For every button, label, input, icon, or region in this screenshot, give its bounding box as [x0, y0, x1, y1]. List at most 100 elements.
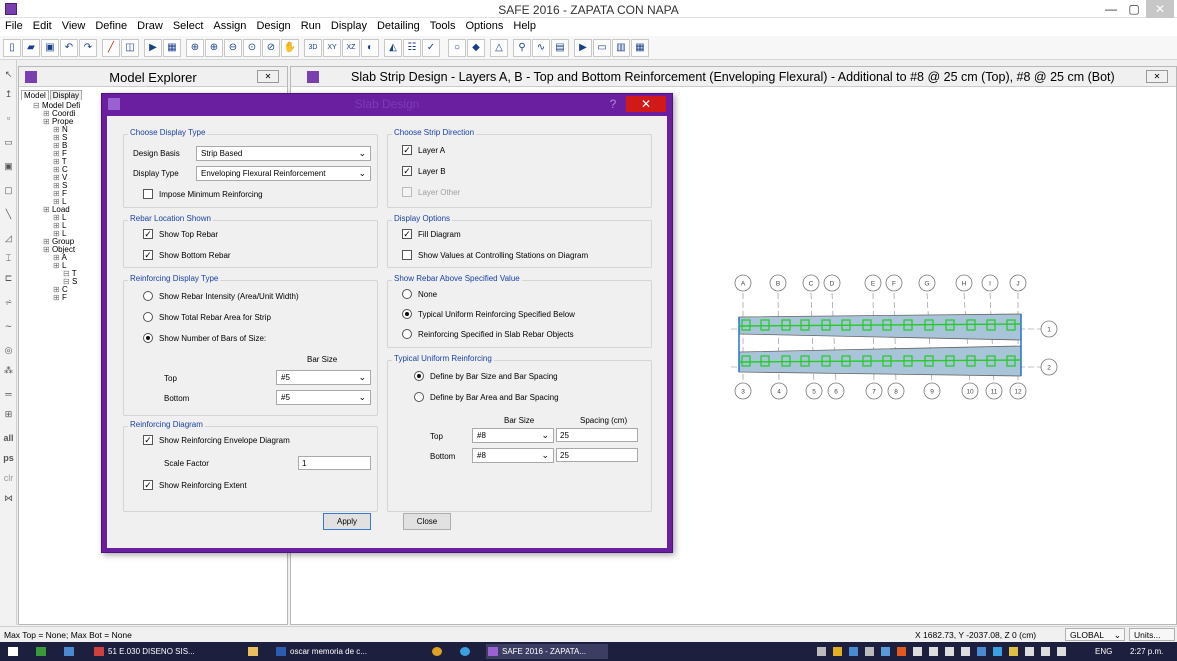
xz-icon[interactable]: XZ — [342, 39, 360, 57]
minimize-button[interactable]: — — [1098, 0, 1124, 18]
zoom-in-icon[interactable]: ⊕ — [205, 39, 223, 57]
draw-line-icon[interactable]: ▭ — [1, 134, 16, 150]
define-by-area-radio[interactable] — [414, 392, 424, 402]
select-line-icon[interactable]: ═ — [1, 386, 16, 402]
grid-bubble-bottom[interactable]: 6 — [827, 382, 845, 400]
grid-bubble-bottom[interactable]: 9 — [923, 382, 941, 400]
expand-icon[interactable]: ⊞ — [43, 117, 52, 126]
draw-strip-icon[interactable]: ◿ — [1, 230, 16, 246]
dialog-close-icon[interactable]: ✕ — [626, 96, 666, 112]
grid-bubble-bottom[interactable]: 10 — [961, 382, 979, 400]
close-window-button[interactable]: ✕ — [1146, 0, 1174, 18]
display-type-select[interactable]: Enveloping Flexural Reinforcement ⌄ — [196, 166, 371, 181]
envelope-diagram-checkbox[interactable]: ✓ — [143, 435, 153, 445]
grid-bubble-top[interactable]: C — [802, 274, 820, 292]
menu-design[interactable]: Design — [251, 18, 295, 34]
reinforcing-extent-checkbox[interactable]: ✓ — [143, 480, 153, 490]
maximize-button[interactable]: ▢ — [1124, 0, 1144, 18]
expand-icon[interactable]: ⊞ — [43, 205, 52, 214]
grid-bubble-bottom[interactable]: 4 — [770, 382, 788, 400]
zoom-window-icon[interactable]: ⊕ — [186, 39, 204, 57]
new-icon[interactable]: ▯ — [3, 39, 21, 57]
grid-bubble-bottom[interactable]: 8 — [887, 382, 905, 400]
check-icon[interactable]: ✓ — [422, 39, 440, 57]
system-tray-icons[interactable] — [815, 646, 1085, 657]
apply-button[interactable]: Apply — [323, 513, 371, 530]
pencil-icon[interactable]: ╱ — [102, 39, 120, 57]
dialog-help-button[interactable]: ? — [606, 96, 620, 112]
layer-a-checkbox[interactable]: ✓ — [402, 145, 412, 155]
taskbar-safe[interactable]: SAFE 2016 - ZAPATA... — [486, 644, 608, 659]
run-icon[interactable]: ▶ — [574, 39, 592, 57]
grid-bubble-top[interactable]: B — [769, 274, 787, 292]
deformed-icon[interactable]: ∿ — [532, 39, 550, 57]
design-icon[interactable]: ▭ — [593, 39, 611, 57]
table-icon[interactable]: ▤ — [551, 39, 569, 57]
taskbar-word[interactable]: oscar memoria de c... — [274, 644, 424, 659]
grid-bubble-top[interactable]: G — [918, 274, 936, 292]
menu-view[interactable]: View — [57, 18, 91, 34]
save-icon[interactable]: ▣ — [41, 39, 59, 57]
draw-column-icon[interactable]: ⊏ — [1, 270, 16, 286]
select-level-icon[interactable]: ⁂ — [1, 362, 16, 378]
show-values-checkbox[interactable] — [402, 250, 412, 260]
zoom-fit-icon[interactable]: ⊙ — [243, 39, 261, 57]
open-icon[interactable]: ▰ — [22, 39, 40, 57]
xy-icon[interactable]: XY — [323, 39, 341, 57]
previous-selection-button[interactable]: ps — [1, 450, 16, 466]
coordinate-system-select[interactable]: GLOBAL ⌄ — [1065, 628, 1125, 641]
taskbar-explorer[interactable] — [62, 644, 86, 659]
grid-bubble-right[interactable]: 1 — [1040, 320, 1058, 338]
zoom-out-icon[interactable]: ⊖ — [224, 39, 242, 57]
explorer-close-button[interactable]: ✕ — [257, 70, 279, 83]
grid2-icon[interactable]: ▦ — [631, 39, 649, 57]
select-intersect-icon[interactable]: ⊞ — [1, 406, 16, 422]
grid-bubble-bottom[interactable]: 11 — [985, 382, 1003, 400]
scale-factor-input[interactable]: 1 — [298, 456, 371, 470]
strip-icon[interactable]: ⚲ — [513, 39, 531, 57]
grid-icon[interactable]: ▦ — [163, 39, 181, 57]
draw-dimension-icon[interactable]: ∼ — [1, 318, 16, 334]
menu-tools[interactable]: Tools — [425, 18, 461, 34]
impose-min-checkbox[interactable] — [143, 189, 153, 199]
undo-icon[interactable]: ↶ — [60, 39, 78, 57]
redo-icon[interactable]: ↷ — [79, 39, 97, 57]
draw-area-icon[interactable]: ▣ — [1, 158, 16, 174]
pointer-icon[interactable]: ↖ — [1, 66, 16, 82]
layer-b-checkbox[interactable]: ✓ — [402, 166, 412, 176]
grid-bubble-bottom[interactable]: 7 — [865, 382, 883, 400]
show-top-rebar-checkbox[interactable]: ✓ — [143, 229, 153, 239]
typical-bottom-spacing-input[interactable]: 25 — [556, 448, 638, 462]
circle-icon[interactable]: ○ — [448, 39, 466, 57]
total-rebar-area-radio[interactable] — [143, 312, 153, 322]
3d-icon[interactable]: 3D — [304, 39, 322, 57]
draw-rebar-icon[interactable]: ⩫ — [1, 294, 16, 310]
number-of-bars-radio[interactable] — [143, 333, 153, 343]
taskbar-ie[interactable] — [458, 644, 480, 659]
menu-detailing[interactable]: Detailing — [372, 18, 425, 34]
display-options-icon[interactable]: ☷ — [403, 39, 421, 57]
taskbar-chrome[interactable] — [430, 644, 452, 659]
grid-bubble-right[interactable]: 2 — [1040, 358, 1058, 376]
menu-options[interactable]: Options — [460, 18, 508, 34]
above-slab-rebar-radio[interactable] — [402, 329, 412, 339]
expand-icon[interactable]: ⊟ — [33, 101, 42, 110]
grid-bubble-top[interactable]: E — [864, 274, 882, 292]
layer-other-checkbox[interactable] — [402, 187, 412, 197]
clock[interactable]: 2:27 p.m. — [1130, 644, 1176, 659]
grid-bubble-bottom[interactable]: 5 — [805, 382, 823, 400]
menu-file[interactable]: File — [0, 18, 28, 34]
zoom-prev-icon[interactable]: ⊘ — [262, 39, 280, 57]
draw-wall-icon[interactable]: ⌶ — [1, 250, 16, 266]
grid-bubble-top[interactable]: J — [1009, 274, 1027, 292]
draw-point-icon[interactable]: ▫ — [1, 110, 16, 126]
draw-beam-icon[interactable]: ▢ — [1, 182, 16, 198]
top-bar-size-select[interactable]: #5 ⌄ — [276, 370, 371, 385]
show-bottom-rebar-checkbox[interactable]: ✓ — [143, 250, 153, 260]
draw-tendon-icon[interactable]: ╲ — [1, 206, 16, 222]
bottom-bar-size-select[interactable]: #5 ⌄ — [276, 390, 371, 405]
start-button[interactable] — [6, 644, 26, 659]
menu-assign[interactable]: Assign — [208, 18, 251, 34]
typical-top-spacing-input[interactable]: 25 — [556, 428, 638, 442]
menu-help[interactable]: Help — [508, 18, 541, 34]
